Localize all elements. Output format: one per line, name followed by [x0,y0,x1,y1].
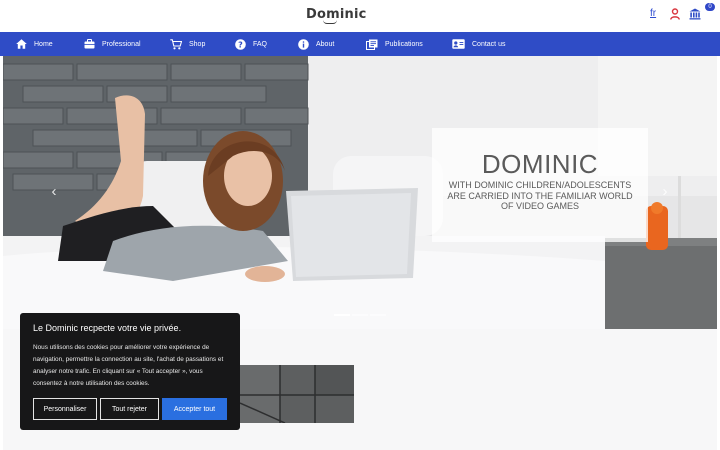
nav-item-professional[interactable]: Professional [84,32,141,56]
cart-icon [170,38,182,49]
hero-caption: DOMINIC WITH DOMINIC CHILDREN/ADOLESCENT… [432,128,648,242]
logo-smile-mark [323,20,337,24]
carousel-indicators [334,314,388,316]
nav-label-contact: Contact us [472,40,506,48]
site-header: Dominic fr 0 [0,0,720,32]
main-nav: Home Professional Shop ? FAQ About Publi… [0,32,720,56]
nav-label-professional: Professional [102,40,141,48]
nav-label-shop: Shop [189,40,206,48]
carousel-indicator[interactable] [352,314,368,316]
user-icon[interactable] [670,8,680,20]
language-link[interactable]: fr [650,8,656,19]
carousel-indicator[interactable] [334,314,350,316]
content-image [240,365,354,423]
cookie-consent-banner: Le Dominic recpecte votre vie privée. No… [20,313,240,430]
carousel-indicator[interactable] [370,314,386,316]
question-icon: ? [235,38,246,50]
nav-item-shop[interactable]: Shop [170,32,205,56]
nav-item-contact[interactable]: Contact us [452,32,505,56]
nav-label-faq: FAQ [253,40,268,48]
nav-item-faq[interactable]: ? FAQ [235,32,267,56]
cookie-title: Le Dominic recpecte votre vie privée. [33,323,182,333]
contact-card-icon [452,39,465,49]
accept-all-button[interactable]: Accepter tout [162,398,227,420]
nav-item-publications[interactable]: Publications [366,32,423,56]
hero-subtitle: WITH DOMINIC CHILDREN/ADOLESCENTS ARE CA… [447,180,633,211]
briefcase-icon [84,39,95,49]
publications-icon [366,39,378,50]
notification-badge: 0 [705,3,715,11]
carousel-next-arrow[interactable]: › [659,184,671,200]
customize-button[interactable]: Personnaliser [33,398,97,420]
info-icon [298,38,309,50]
home-icon [16,39,27,49]
nav-item-home[interactable]: Home [16,32,53,56]
cookie-text: Nous utilisons des cookies pour améliore… [33,344,224,387]
page: Dominic fr 0 Home Professional Shop ? FA… [0,0,720,450]
nav-item-about[interactable]: About [298,32,334,56]
nav-label-about: About [316,40,335,48]
svg-text:?: ? [238,40,243,49]
nav-label-home: Home [34,40,53,48]
reject-all-button[interactable]: Tout rejeter [100,398,159,420]
institution-icon[interactable] [689,8,701,20]
hero-title: DOMINIC [481,149,599,179]
carousel-prev-arrow[interactable]: ‹ [48,184,60,200]
nav-label-publications: Publications [385,40,423,48]
